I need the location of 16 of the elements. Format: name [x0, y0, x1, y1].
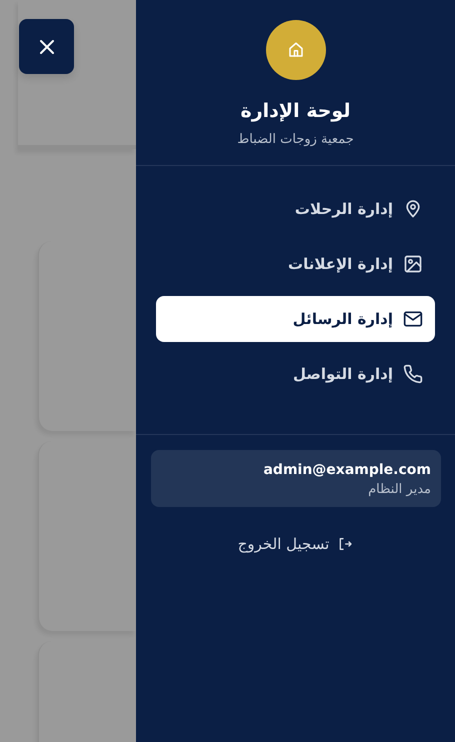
sidebar-subtitle: جمعية زوجات الضباط [237, 132, 354, 147]
logout-link[interactable]: تسجيل الخروج [238, 535, 354, 553]
sidebar-title: لوحة الإدارة [240, 100, 350, 122]
house-icon [286, 41, 304, 59]
nav-item[interactable]: إدارة الرحلات [156, 186, 435, 232]
image-icon [403, 254, 423, 274]
user-role: مدير النظام [368, 482, 431, 497]
close-icon [38, 38, 54, 54]
nav-item[interactable]: إدارة الإعلانات [156, 241, 435, 287]
logout-icon [337, 536, 354, 552]
mail-icon [403, 309, 423, 329]
nav-item[interactable]: إدارة التواصل [156, 351, 435, 397]
nav-item[interactable]: إدارة الرسائل [156, 296, 435, 342]
phone-icon [403, 364, 423, 384]
close-button[interactable] [19, 19, 74, 74]
user-email: admin@example.com [263, 462, 431, 478]
